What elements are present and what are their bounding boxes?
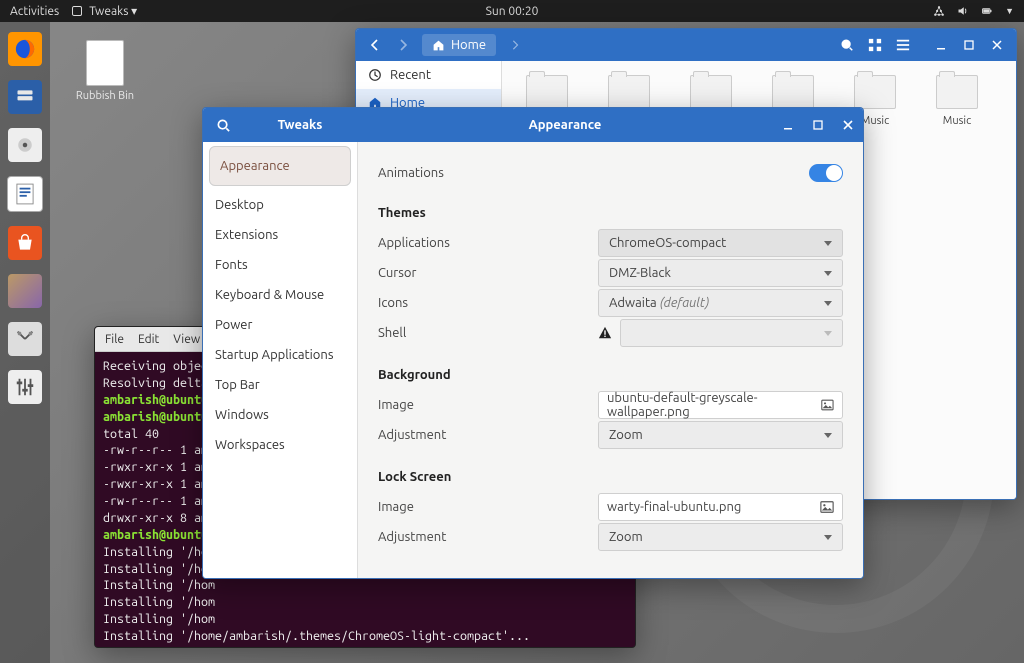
- tweaks-sidebar-item[interactable]: Extensions: [203, 220, 357, 250]
- background-heading: Background: [378, 360, 843, 390]
- clock[interactable]: Sun 00:20: [486, 5, 539, 18]
- search-button[interactable]: [834, 32, 860, 58]
- desktop-trash-label: Rubbish Bin: [70, 90, 140, 102]
- view-grid-button[interactable]: [862, 32, 888, 58]
- desktop-trash[interactable]: Rubbish Bin: [70, 40, 140, 102]
- image-icon: [820, 500, 834, 514]
- files-header: Home: [356, 29, 1016, 61]
- animations-row: Animations: [378, 158, 843, 188]
- network-icon[interactable]: [933, 5, 945, 17]
- battery-icon[interactable]: [981, 5, 993, 17]
- animations-label: Animations: [378, 166, 598, 180]
- tweaks-sidebar-item[interactable]: Power: [203, 310, 357, 340]
- volume-icon[interactable]: [957, 5, 969, 17]
- terminal-menu-item[interactable]: Edit: [138, 333, 159, 346]
- tweaks-sidebar-item[interactable]: Fonts: [203, 250, 357, 280]
- dock-app[interactable]: [8, 274, 42, 308]
- ls-adjust-select[interactable]: Zoom: [598, 523, 843, 551]
- app-menu[interactable]: Tweaks ▾: [71, 4, 137, 18]
- terminal-menu-item[interactable]: File: [105, 333, 124, 346]
- tweaks-sidebar-item[interactable]: Top Bar: [203, 370, 357, 400]
- dock-files[interactable]: [8, 80, 42, 114]
- home-icon: [432, 39, 445, 52]
- chevron-down-icon: [824, 331, 832, 336]
- bg-adjust-label: Adjustment: [378, 428, 598, 442]
- maximize-button[interactable]: [803, 110, 833, 140]
- bg-adjust-select[interactable]: Zoom: [598, 421, 843, 449]
- gnome-top-bar: Activities Tweaks ▾ Sun 00:20 ▼: [0, 0, 1024, 22]
- chevron-down-icon: [824, 271, 832, 276]
- activities-button[interactable]: Activities: [10, 5, 59, 18]
- tweaks-sidebar-item[interactable]: Workspaces: [203, 430, 357, 460]
- bg-image-row: Image ubuntu-default-greyscale-wallpaper…: [378, 390, 843, 420]
- tweaks-sidebar-item[interactable]: Desktop: [203, 190, 357, 220]
- breadcrumb-home[interactable]: Home: [422, 34, 496, 56]
- ls-image-picker[interactable]: warty-final-ubuntu.png: [598, 493, 843, 521]
- cursor-select[interactable]: DMZ-Black: [598, 259, 843, 287]
- dock-rhythmbox[interactable]: [8, 128, 42, 162]
- dock-tweaks[interactable]: [8, 370, 42, 404]
- bg-adjust-row: Adjustment Zoom: [378, 420, 843, 450]
- bg-image-label: Image: [378, 398, 598, 412]
- warning-icon: [598, 326, 612, 340]
- close-button[interactable]: [984, 32, 1010, 58]
- applications-label: Applications: [378, 236, 598, 250]
- icons-label: Icons: [378, 296, 598, 310]
- shell-label: Shell: [378, 326, 598, 340]
- ls-image-row: Image warty-final-ubuntu.png: [378, 492, 843, 522]
- applications-select[interactable]: ChromeOS-compact: [598, 229, 843, 257]
- applications-row: Applications ChromeOS-compact: [378, 228, 843, 258]
- tweaks-sidebar-item[interactable]: Keyboard & Mouse: [203, 280, 357, 310]
- page-title: Appearance: [357, 118, 773, 132]
- dock-libreoffice[interactable]: [7, 176, 43, 212]
- crumb-next-icon: [502, 32, 528, 58]
- chevron-down-icon: [824, 535, 832, 540]
- ls-adjust-label: Adjustment: [378, 530, 598, 544]
- shell-row: Shell: [378, 318, 843, 348]
- nav-back-button[interactable]: [362, 32, 388, 58]
- chevron-down-icon: [824, 301, 832, 306]
- hamburger-button[interactable]: [890, 32, 916, 58]
- lockscreen-heading: Lock Screen: [378, 462, 843, 492]
- animations-switch[interactable]: [809, 164, 843, 182]
- icons-row: Icons Adwaita (default): [378, 288, 843, 318]
- tweaks-sidebar-item[interactable]: Startup Applications: [203, 340, 357, 370]
- minimize-button[interactable]: [928, 32, 954, 58]
- tweaks-title: Tweaks: [243, 118, 357, 132]
- dock-firefox[interactable]: [8, 32, 42, 66]
- tweaks-window: Tweaks Appearance Appearance DesktopExten…: [202, 107, 864, 579]
- minimize-button[interactable]: [773, 110, 803, 140]
- maximize-button[interactable]: [956, 32, 982, 58]
- icons-select[interactable]: Adwaita (default): [598, 289, 843, 317]
- image-icon: [821, 398, 834, 412]
- close-button[interactable]: [833, 110, 863, 140]
- chevron-down-icon[interactable]: ▼: [1005, 6, 1014, 16]
- bg-image-picker[interactable]: ubuntu-default-greyscale-wallpaper.png: [598, 391, 843, 419]
- ls-image-label: Image: [378, 500, 598, 514]
- search-button[interactable]: [203, 108, 243, 142]
- dock-software[interactable]: [8, 226, 42, 260]
- tweaks-icon: [71, 5, 83, 17]
- cursor-label: Cursor: [378, 266, 598, 280]
- dock-settings[interactable]: [8, 322, 42, 356]
- tweaks-sidebar-item[interactable]: Windows: [203, 400, 357, 430]
- cursor-row: Cursor DMZ-Black: [378, 258, 843, 288]
- ls-adjust-row: Adjustment Zoom: [378, 522, 843, 552]
- file-icon: [86, 40, 124, 86]
- files-sidebar-item[interactable]: Recent: [356, 61, 501, 89]
- themes-heading: Themes: [378, 198, 843, 228]
- nav-forward-button[interactable]: [390, 32, 416, 58]
- tweaks-content: Animations Themes Applications ChromeOS-…: [358, 142, 863, 578]
- terminal-menu-item[interactable]: View: [173, 333, 200, 346]
- tweaks-header: Tweaks Appearance: [203, 108, 863, 142]
- folder-item[interactable]: Music: [922, 75, 992, 127]
- tweaks-sidebar: Appearance DesktopExtensionsFontsKeyboard…: [203, 142, 358, 578]
- shell-select: [620, 319, 843, 347]
- chevron-down-icon: [824, 241, 832, 246]
- chevron-down-icon: [824, 433, 832, 438]
- tweaks-sidebar-item[interactable]: Appearance: [209, 146, 351, 186]
- dock: [0, 22, 50, 663]
